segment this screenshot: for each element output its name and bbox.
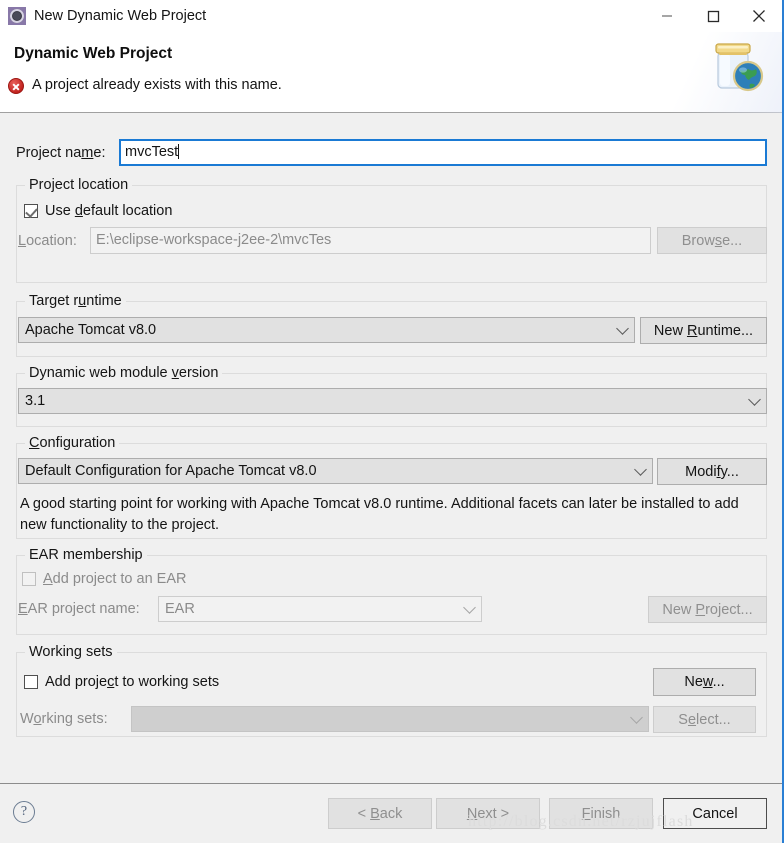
new-ear-project-button-label: New Project... — [662, 601, 753, 618]
target-runtime-value: Apache Tomcat v8.0 — [25, 322, 157, 338]
project-name-value: mvcTest — [125, 144, 179, 160]
chevron-down-icon — [616, 322, 629, 335]
title-bar: New Dynamic Web Project — [0, 0, 782, 32]
add-project-to-ear-checkbox: Add project to an EAR — [22, 571, 186, 587]
web-module-version-combo[interactable]: 3.1 — [18, 388, 767, 414]
chevron-down-icon — [630, 711, 643, 724]
new-ear-project-button: New Project... — [648, 596, 767, 623]
location-input: E:\eclipse-workspace-j2ee-2\mvcTes — [90, 227, 651, 254]
ear-membership-group-label: EAR membership — [25, 547, 147, 563]
new-working-set-button-label: New... — [684, 674, 725, 690]
select-working-set-button: Select... — [653, 706, 756, 733]
minimize-icon[interactable] — [644, 0, 690, 32]
checkbox-box — [24, 675, 38, 689]
select-working-set-button-label: Select... — [678, 711, 731, 728]
working-sets-combo — [131, 706, 649, 732]
new-runtime-button-label: New Runtime... — [653, 322, 754, 339]
java-web-jar-globe-icon — [706, 32, 766, 104]
add-project-to-working-sets-label: Add project to working sets — [45, 674, 220, 690]
chevron-down-icon — [748, 393, 761, 406]
eclipse-wizard-icon — [8, 7, 26, 25]
finish-button-label: Finish — [581, 805, 621, 822]
window-title: New Dynamic Web Project — [34, 8, 207, 24]
configuration-description: A good starting point for working with A… — [20, 496, 739, 534]
add-project-to-working-sets-checkbox[interactable]: Add project to working sets — [24, 674, 219, 690]
configuration-group-label: Configuration — [25, 435, 120, 451]
use-default-location-label: Use default location — [45, 203, 173, 219]
project-name-input[interactable]: mvcTest — [119, 139, 767, 166]
working-sets-label: Working sets: — [20, 711, 108, 727]
working-sets-group-label: Working sets — [25, 644, 117, 660]
modify-button[interactable]: Modify... — [657, 458, 767, 485]
chevron-down-icon — [634, 463, 647, 476]
back-button-label: < Back — [357, 805, 403, 822]
target-runtime-group-label: Target runtime — [25, 293, 126, 309]
use-default-location-checkbox[interactable]: Use default location — [24, 203, 172, 219]
add-project-to-ear-label: Add project to an EAR — [43, 571, 187, 587]
ear-project-name-combo: EAR — [158, 596, 482, 622]
ear-membership-group: EAR membership — [16, 547, 767, 635]
target-runtime-combo[interactable]: Apache Tomcat v8.0 — [18, 317, 635, 343]
help-icon[interactable]: ? — [13, 801, 35, 823]
window-controls — [644, 0, 782, 32]
configuration-value: Default Configuration for Apache Tomcat … — [25, 463, 317, 479]
new-runtime-button[interactable]: New Runtime... — [640, 317, 767, 344]
next-button-label: Next > — [466, 805, 510, 822]
location-value: E:\eclipse-workspace-j2ee-2\mvcTes — [96, 232, 332, 248]
configuration-combo[interactable]: Default Configuration for Apache Tomcat … — [18, 458, 653, 484]
dialog-footer: ? < Back Next > Finish Cancel — [0, 783, 782, 843]
project-location-group-label: Project location — [25, 177, 133, 193]
project-name-label: Project name: — [16, 145, 106, 161]
checkbox-box — [24, 204, 38, 218]
web-module-version-group-label: Dynamic web module version — [25, 365, 223, 381]
wizard-header: Dynamic Web Project A project already ex… — [0, 32, 782, 113]
new-working-set-button[interactable]: New... — [653, 668, 756, 696]
browse-button-label: Browse... — [681, 232, 743, 249]
browse-button: Browse... — [657, 227, 767, 254]
location-label: Location: — [18, 233, 77, 249]
close-icon[interactable] — [736, 0, 782, 32]
chevron-down-icon — [463, 601, 476, 614]
back-button: < Back — [328, 798, 432, 829]
wizard-body: Project name: mvcTest Project location U… — [0, 113, 782, 783]
next-button: Next > — [436, 798, 540, 829]
checkbox-box — [22, 572, 36, 586]
ear-project-name-value: EAR — [165, 601, 195, 617]
finish-button: Finish — [549, 798, 653, 829]
modify-button-label: Modify... — [685, 463, 739, 480]
cancel-button[interactable]: Cancel — [663, 798, 767, 829]
web-module-version-value: 3.1 — [25, 393, 46, 409]
dialog-window: New Dynamic Web Project Dynamic Web Proj… — [0, 0, 784, 843]
cancel-button-label: Cancel — [692, 805, 738, 822]
status-message: A project already exists with this name. — [32, 77, 282, 93]
ear-project-name-label: EAR project name: — [18, 601, 140, 617]
text-caret — [178, 144, 180, 159]
error-icon — [8, 78, 24, 94]
page-title: Dynamic Web Project — [14, 45, 173, 62]
maximize-icon[interactable] — [690, 0, 736, 32]
